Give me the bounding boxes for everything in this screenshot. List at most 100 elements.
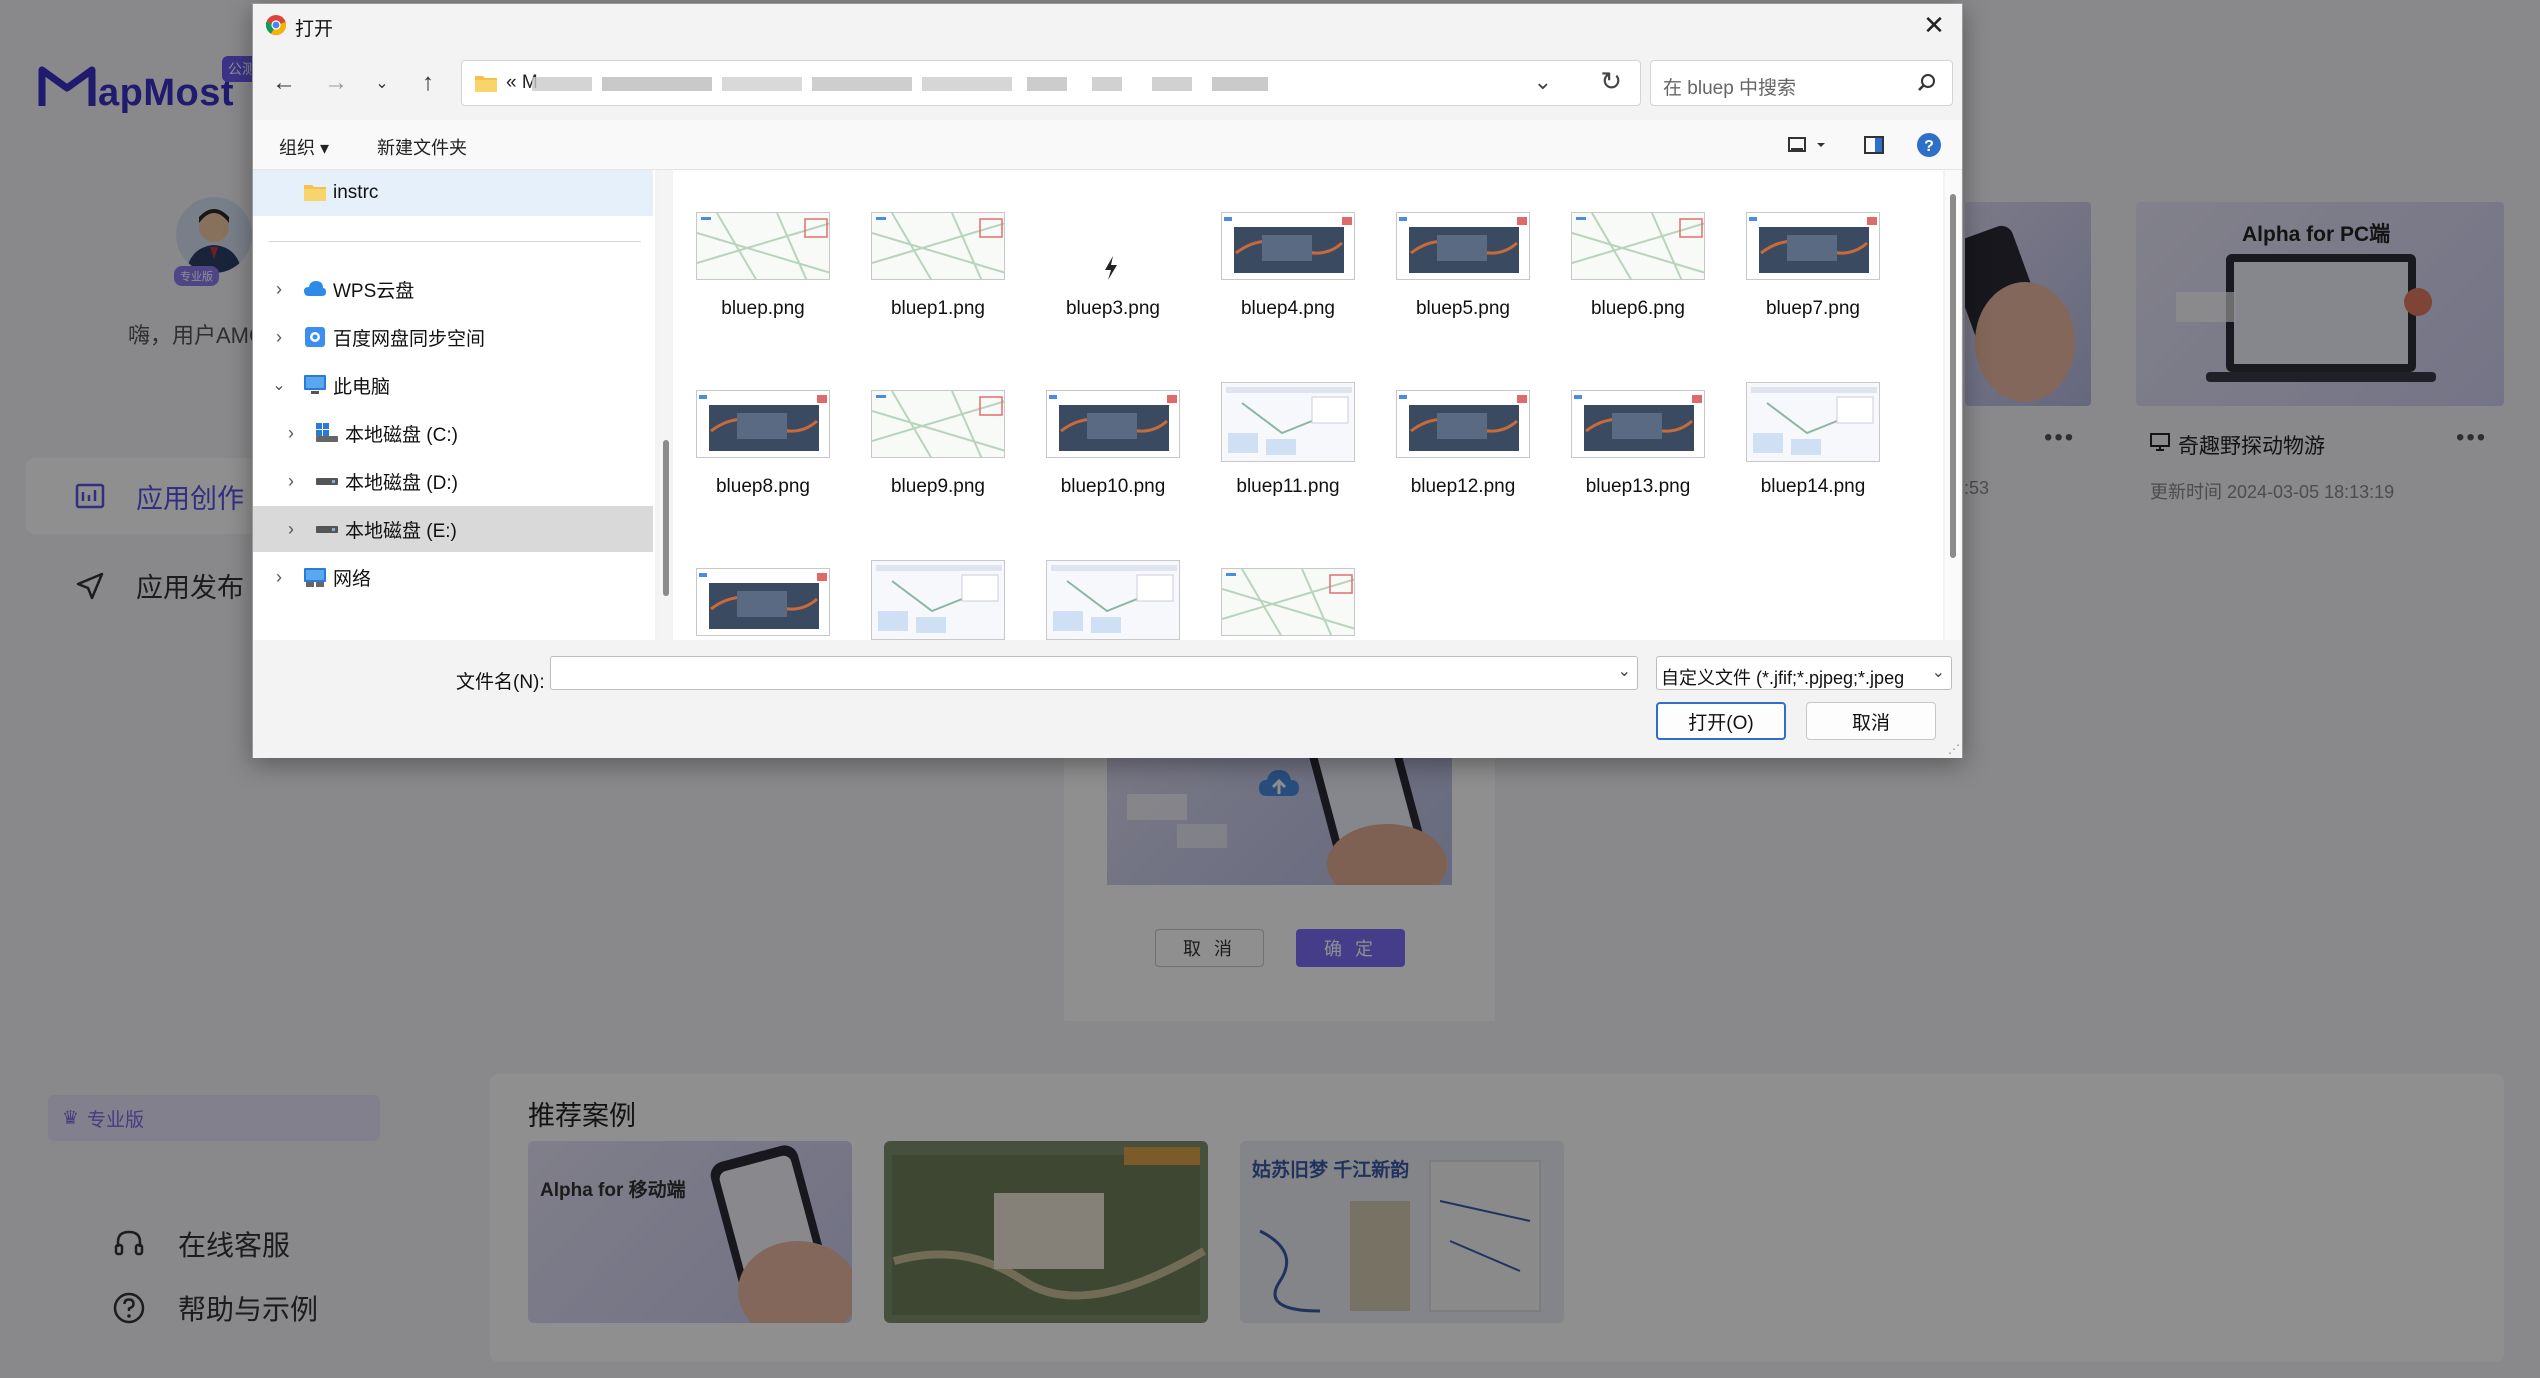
chevron-right-icon[interactable]: › — [269, 279, 289, 300]
file-item[interactable] — [848, 560, 1008, 640]
file-name: bluep4.png — [1240, 298, 1336, 319]
file-name: bluep.png — [721, 298, 805, 319]
tree-item-this-pc[interactable]: ⌄ 此电脑 — [253, 362, 653, 408]
file-item[interactable]: bluep14.png — [1723, 382, 1883, 500]
navigation-scrollbar-thumb[interactable] — [663, 440, 669, 596]
file-list: bluep.png bluep1.png bluep3.png bluep4.png b… — [673, 170, 1943, 640]
image-thumbnail — [1046, 390, 1180, 458]
chevron-right-icon[interactable]: › — [281, 519, 301, 540]
tree-label: WPS云盘 — [333, 280, 415, 302]
image-thumbnail — [1221, 212, 1355, 280]
tree-label: 网络 — [333, 568, 372, 590]
image-thumbnail — [1746, 212, 1880, 280]
address-bar[interactable]: « M ⌄ ↻ — [461, 60, 1641, 106]
file-item[interactable]: bluep10.png — [1023, 388, 1183, 500]
filetype-select[interactable]: 自定义文件 (*.jfif;*.pjpeg;*.jpeg ⌄ — [1656, 656, 1952, 690]
image-thumbnail — [696, 568, 830, 636]
file-name: bluep14.png — [1760, 476, 1866, 497]
chevron-down-icon[interactable]: ⌄ — [1618, 661, 1631, 681]
file-name: bluep13.png — [1585, 476, 1691, 497]
chevron-right-icon[interactable]: › — [281, 471, 301, 492]
file-name: bluep8.png — [715, 476, 811, 497]
tree-item-wps-cloud[interactable]: › WPS云盘 — [253, 266, 653, 312]
tree-item-instrc[interactable]: instrc — [253, 170, 653, 216]
close-icon[interactable]: ✕ — [1916, 8, 1952, 42]
organize-menu[interactable]: 组织 ▾ — [279, 134, 329, 160]
drive-icon — [315, 518, 339, 540]
cancel-button[interactable]: 取消 — [1806, 702, 1936, 740]
tree-item-network[interactable]: › 网络 — [253, 554, 653, 600]
filetype-value: 自定义文件 (*.jfif;*.pjpeg;*.jpeg — [1661, 668, 1905, 688]
tree-item-drive-e[interactable]: › 本地磁盘 (E:) — [253, 506, 653, 552]
chevron-right-icon[interactable]: › — [269, 327, 289, 348]
dialog-navbar: ← → ⌄ ↑ « M ⌄ ↻ 在 bluep 中搜索 — [253, 52, 1962, 114]
chevron-down-icon[interactable]: ⌄ — [269, 375, 289, 395]
address-dropdown-icon[interactable]: ⌄ — [1534, 69, 1552, 95]
navigation-pane: instrc › WPS云盘 › 百度网盘同步空间 ⌄ 此电脑 › 本地磁盘 (… — [253, 170, 655, 640]
search-input[interactable]: 在 bluep 中搜索 — [1663, 73, 1796, 100]
file-list-scrollbar-thumb[interactable] — [1950, 194, 1956, 558]
recent-chevron-icon[interactable]: ⌄ — [365, 52, 399, 114]
file-item[interactable]: bluep1.png — [848, 210, 1008, 322]
file-item[interactable]: bluep5.png — [1373, 210, 1533, 322]
file-item[interactable]: bluep13.png — [1548, 388, 1708, 500]
image-thumbnail — [1571, 212, 1705, 280]
filename-input[interactable]: ⌄ — [550, 656, 1638, 690]
file-item[interactable]: bluep6.png — [1548, 210, 1708, 322]
cloud-icon — [303, 279, 327, 301]
open-button[interactable]: 打开(O) — [1656, 702, 1786, 740]
new-folder-button[interactable]: 新建文件夹 — [377, 134, 467, 160]
file-item[interactable]: bluep.png — [673, 210, 833, 322]
chevron-right-icon[interactable]: › — [281, 423, 301, 444]
search-box[interactable]: 在 bluep 中搜索 — [1650, 60, 1953, 106]
dialog-titlebar[interactable]: 打开 ✕ — [253, 4, 1962, 46]
file-item[interactable] — [1198, 566, 1358, 640]
file-item[interactable] — [1023, 560, 1183, 640]
resize-grip-icon[interactable]: ⋰ — [1948, 742, 1960, 756]
computer-icon — [303, 374, 327, 396]
file-type-icon — [1093, 250, 1129, 286]
help-icon[interactable]: ? — [1916, 130, 1942, 160]
image-thumbnail — [1221, 568, 1355, 636]
file-name: bluep10.png — [1060, 476, 1166, 497]
image-thumbnail — [871, 560, 1005, 640]
chevron-right-icon[interactable]: › — [269, 567, 289, 588]
image-thumbnail — [1571, 390, 1705, 458]
file-item[interactable]: bluep7.png — [1723, 210, 1883, 322]
folder-icon — [303, 182, 327, 204]
tree-item-baidu-drive[interactable]: › 百度网盘同步空间 — [253, 314, 653, 360]
view-options-icon[interactable] — [1787, 130, 1827, 160]
image-thumbnail — [696, 212, 830, 280]
tree-item-drive-d[interactable]: › 本地磁盘 (D:) — [253, 458, 653, 504]
file-item[interactable]: bluep4.png — [1198, 210, 1358, 322]
file-item[interactable]: bluep12.png — [1373, 388, 1533, 500]
network-icon — [303, 566, 327, 588]
back-arrow-icon[interactable]: ← — [267, 52, 301, 114]
chevron-down-icon[interactable]: ⌄ — [1932, 662, 1945, 682]
dialog-footer: 文件名(N): ⌄ 自定义文件 (*.jfif;*.pjpeg;*.jpeg ⌄… — [253, 640, 1962, 758]
baidu-drive-icon — [303, 326, 327, 348]
filename-label: 文件名(N): — [456, 672, 545, 693]
file-item[interactable]: bluep8.png — [673, 388, 833, 500]
svg-text:?: ? — [1924, 138, 1934, 155]
tree-item-drive-c[interactable]: › 本地磁盘 (C:) — [253, 410, 653, 456]
image-thumbnail — [871, 212, 1005, 280]
image-thumbnail — [871, 390, 1005, 458]
image-thumbnail — [696, 390, 830, 458]
image-thumbnail — [1046, 560, 1180, 640]
file-item[interactable]: bluep11.png — [1198, 382, 1358, 500]
drive-c-icon — [315, 422, 339, 444]
up-arrow-icon[interactable]: ↑ — [411, 52, 445, 114]
file-name: bluep7.png — [1765, 298, 1861, 319]
image-thumbnail — [1396, 390, 1530, 458]
file-item[interactable]: bluep3.png — [1023, 210, 1183, 322]
forward-arrow-icon[interactable]: → — [319, 52, 353, 114]
file-name: bluep1.png — [890, 298, 986, 319]
chrome-icon — [265, 14, 287, 36]
preview-pane-icon[interactable] — [1863, 130, 1885, 160]
file-name: bluep3.png — [1065, 298, 1161, 319]
search-icon[interactable] — [1916, 72, 1938, 94]
refresh-icon[interactable]: ↻ — [1600, 66, 1622, 97]
file-item[interactable]: bluep9.png — [848, 388, 1008, 500]
file-item[interactable] — [673, 566, 833, 640]
